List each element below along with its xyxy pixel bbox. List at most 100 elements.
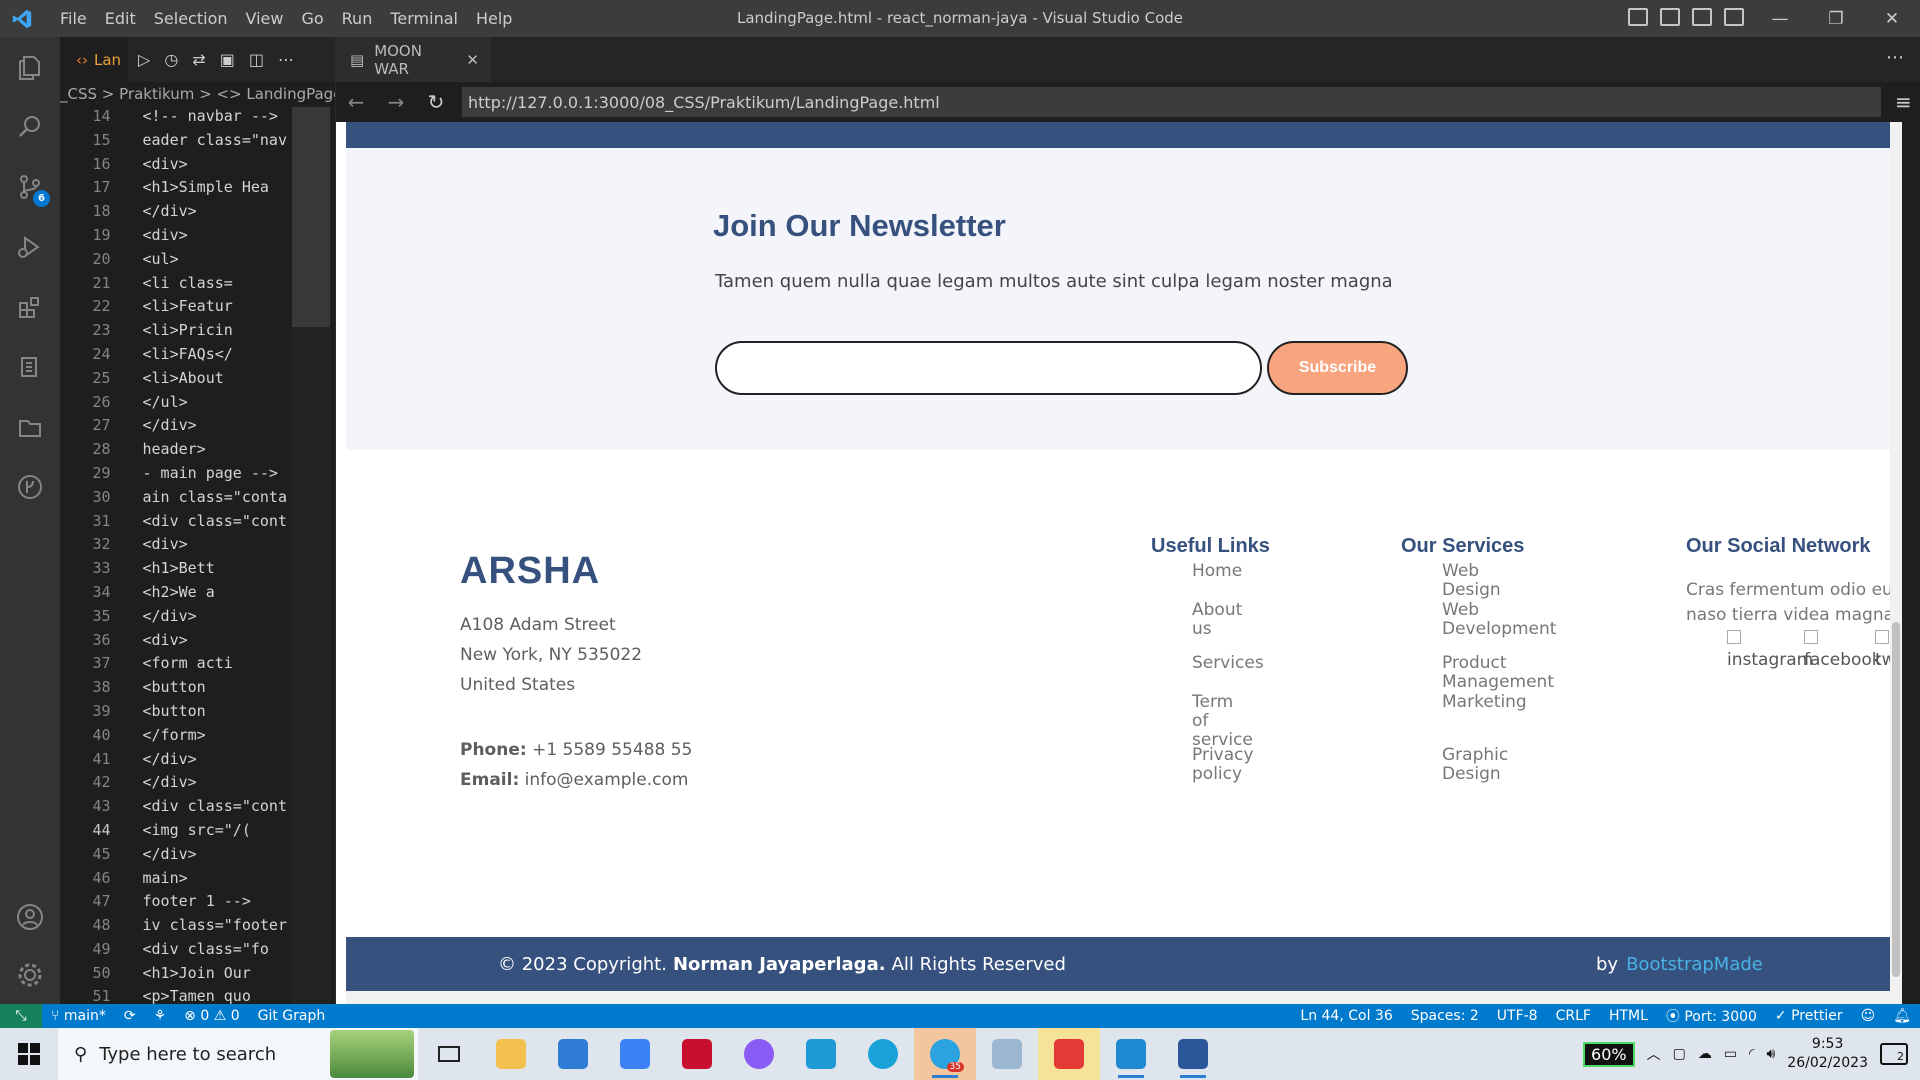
line-ending[interactable]: CRLF xyxy=(1547,1008,1600,1024)
menu-go[interactable]: Go xyxy=(292,0,332,37)
taskbar-search-box[interactable]: ⚲ Type here to search xyxy=(58,1028,418,1080)
useful-link[interactable]: Privacy policy xyxy=(1192,746,1254,784)
useful-link[interactable]: About us xyxy=(1192,601,1242,639)
meet-now-icon[interactable]: ▢ xyxy=(1673,1046,1686,1062)
menu-run[interactable]: Run xyxy=(333,0,382,37)
service-link[interactable]: Product Management xyxy=(1442,654,1554,692)
close-tab-icon[interactable]: ✕ xyxy=(466,51,479,69)
volume-icon[interactable]: 🔊︎ xyxy=(1766,1046,1775,1062)
edge-icon[interactable] xyxy=(852,1028,914,1080)
compare-icon[interactable]: ⇄ xyxy=(192,50,205,69)
bootstrapmade-link[interactable]: BootstrapMade xyxy=(1626,954,1763,975)
timeline-icon[interactable]: ◷ xyxy=(164,50,178,69)
extensions-icon[interactable] xyxy=(0,277,60,337)
settings-gear-icon[interactable] xyxy=(0,945,60,1005)
useful-link[interactable]: Term of service xyxy=(1192,693,1253,750)
game-icon[interactable] xyxy=(1038,1028,1100,1080)
git-graph-icon[interactable] xyxy=(0,457,60,517)
toggle-secondary-sidebar-icon[interactable] xyxy=(1692,8,1712,26)
subscribe-button[interactable]: Subscribe xyxy=(1267,341,1408,395)
photos-icon[interactable] xyxy=(976,1028,1038,1080)
restore-button[interactable]: ❐ xyxy=(1808,0,1864,37)
show-hidden-icons-icon[interactable]: ︿ xyxy=(1647,1044,1661,1064)
menu-view[interactable]: View xyxy=(237,0,293,37)
back-arrow-icon[interactable]: ← xyxy=(336,90,376,114)
toggle-panel-icon[interactable] xyxy=(1660,8,1680,26)
menu-selection[interactable]: Selection xyxy=(145,0,237,37)
more-actions-icon[interactable]: ⋯ xyxy=(278,50,294,69)
open-preview-icon[interactable]: ▣ xyxy=(220,50,235,69)
windows-start-icon[interactable] xyxy=(0,1028,58,1080)
browser-tab[interactable]: ▤ MOON WAR ✕ xyxy=(336,37,491,82)
clock[interactable]: 9:53 26/02/2023 xyxy=(1787,1035,1868,1073)
twitter-link[interactable]: tw xyxy=(1875,630,1890,670)
notifications-bell-icon[interactable]: 🔔︎ xyxy=(1884,1008,1920,1024)
encoding[interactable]: UTF-8 xyxy=(1488,1008,1547,1024)
branch-indicator[interactable]: ⑂ main* xyxy=(42,1008,115,1024)
notification-center-icon[interactable]: 2 xyxy=(1880,1043,1908,1065)
wifi-icon[interactable]: ◜ xyxy=(1749,1046,1754,1062)
word-icon[interactable] xyxy=(1162,1028,1224,1080)
telegram-icon[interactable]: 35 xyxy=(914,1028,976,1080)
folder-icon[interactable] xyxy=(0,397,60,457)
facebook-link[interactable]: facebook xyxy=(1804,630,1882,670)
feedback-icon[interactable]: ☺ xyxy=(1852,1008,1885,1024)
git-lens-icon[interactable]: ⚘ xyxy=(145,1008,176,1024)
run-debug-icon[interactable] xyxy=(0,217,60,277)
menu-file[interactable]: File xyxy=(51,0,96,37)
run-icon[interactable]: ▷ xyxy=(138,50,150,69)
close-window-button[interactable]: ✕ xyxy=(1864,0,1920,37)
problems-indicator[interactable]: ⊗ 0 ⚠ 0 xyxy=(175,1008,248,1024)
indentation[interactable]: Spaces: 2 xyxy=(1402,1008,1488,1024)
testing-icon[interactable] xyxy=(0,337,60,397)
horizontal-scrollbar[interactable] xyxy=(346,991,1890,1004)
file-explorer-icon[interactable] xyxy=(480,1028,542,1080)
url-input[interactable]: http://127.0.0.1:3000/08_CSS/Praktikum/L… xyxy=(462,87,1881,117)
todo-icon[interactable] xyxy=(604,1028,666,1080)
scrollbar-thumb[interactable] xyxy=(1892,622,1900,977)
vertical-scrollbar[interactable] xyxy=(1890,122,1902,1004)
live-server-port[interactable]: ⦿ Port: 3000 xyxy=(1657,1006,1766,1026)
lapp-icon[interactable] xyxy=(790,1028,852,1080)
onedrive-icon[interactable]: ☁ xyxy=(1698,1046,1712,1062)
split-editor-icon[interactable]: ◫ xyxy=(249,50,264,69)
prettier-status[interactable]: ✓ Prettier xyxy=(1766,1008,1852,1024)
remote-indicator-icon[interactable]: ⤡ xyxy=(0,1004,42,1028)
service-link[interactable]: Web Development xyxy=(1442,601,1556,639)
breadcrumb[interactable]: _CSS > Praktikum > <> LandingPage.h xyxy=(60,82,335,105)
minimap[interactable] xyxy=(292,107,330,1004)
cursor-position[interactable]: Ln 44, Col 36 xyxy=(1291,1008,1401,1024)
editor-tab-landingpage[interactable]: ‹› Lan xyxy=(60,37,128,82)
search-icon[interactable] xyxy=(0,97,60,157)
sync-icon[interactable]: ⟳ xyxy=(115,1008,145,1024)
more-actions-icon[interactable]: ⋯ xyxy=(1886,47,1904,68)
mail-icon[interactable] xyxy=(542,1028,604,1080)
explorer-icon[interactable] xyxy=(0,37,60,97)
menu-edit[interactable]: Edit xyxy=(96,0,145,37)
copilot-icon[interactable] xyxy=(728,1028,790,1080)
task-view-icon[interactable] xyxy=(418,1028,480,1080)
vscode-taskbar-icon[interactable] xyxy=(1100,1028,1162,1080)
minimize-button[interactable]: — xyxy=(1752,0,1808,37)
instagram-link[interactable]: instagram xyxy=(1727,630,1813,670)
git-graph-status[interactable]: Git Graph xyxy=(249,1008,335,1024)
source-control-icon[interactable]: 6 xyxy=(0,157,60,217)
service-link[interactable]: Graphic Design xyxy=(1442,746,1508,784)
reload-icon[interactable]: ↻ xyxy=(416,90,456,114)
customize-layout-icon[interactable] xyxy=(1724,8,1744,26)
menu-icon[interactable]: ≡ xyxy=(1895,90,1912,114)
service-link[interactable]: Marketing xyxy=(1442,693,1527,712)
forward-arrow-icon[interactable]: → xyxy=(376,90,416,114)
account-icon[interactable] xyxy=(0,887,60,947)
menu-terminal[interactable]: Terminal xyxy=(381,0,467,37)
battery-indicator[interactable]: 60% xyxy=(1583,1041,1635,1067)
newsletter-email-input[interactable] xyxy=(715,341,1262,395)
mcafee-icon[interactable] xyxy=(666,1028,728,1080)
minimap-slider[interactable] xyxy=(292,107,330,327)
toggle-primary-sidebar-icon[interactable] xyxy=(1628,8,1648,26)
power-icon[interactable]: ▭ xyxy=(1724,1046,1737,1062)
menu-help[interactable]: Help xyxy=(467,0,521,37)
useful-link[interactable]: Home xyxy=(1192,562,1242,581)
language-mode[interactable]: HTML xyxy=(1600,1008,1657,1024)
useful-link[interactable]: Services xyxy=(1192,654,1264,673)
